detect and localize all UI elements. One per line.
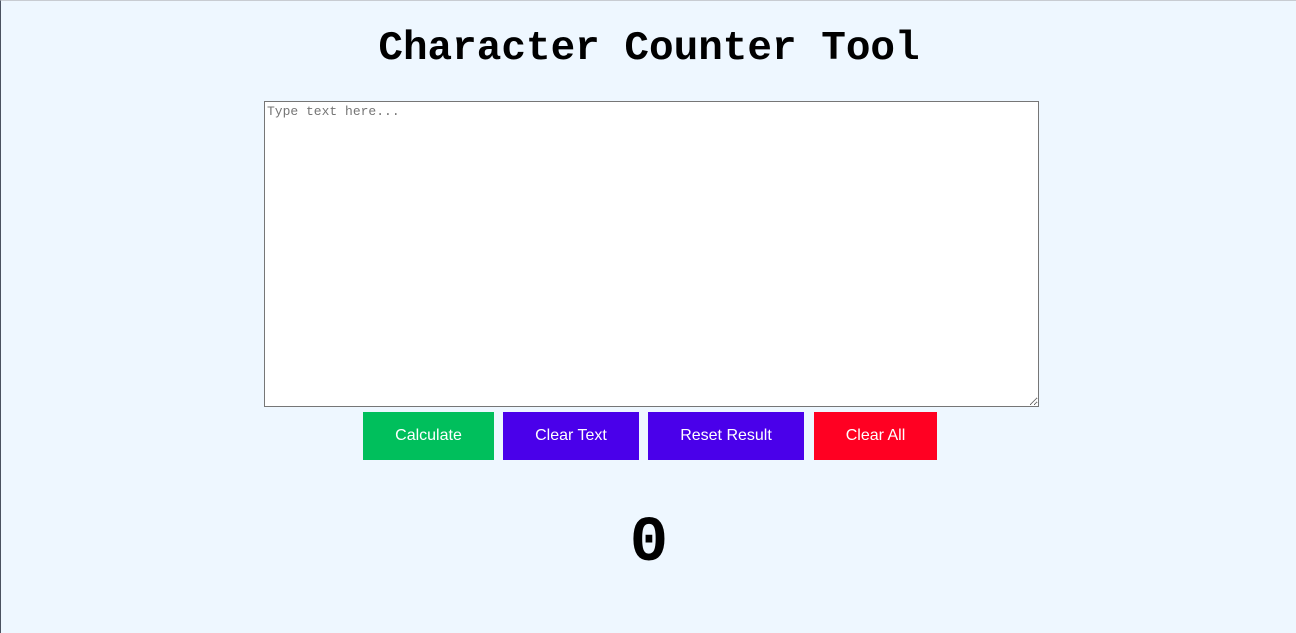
reset-result-button[interactable]: Reset Result bbox=[648, 412, 804, 460]
character-count-result: 0 bbox=[629, 508, 669, 580]
clear-text-button[interactable]: Clear Text bbox=[503, 412, 639, 460]
calculate-button[interactable]: Calculate bbox=[363, 412, 494, 460]
text-input[interactable] bbox=[264, 101, 1039, 407]
page-title: Character Counter Tool bbox=[378, 26, 920, 72]
clear-all-button[interactable]: Clear All bbox=[814, 412, 937, 460]
